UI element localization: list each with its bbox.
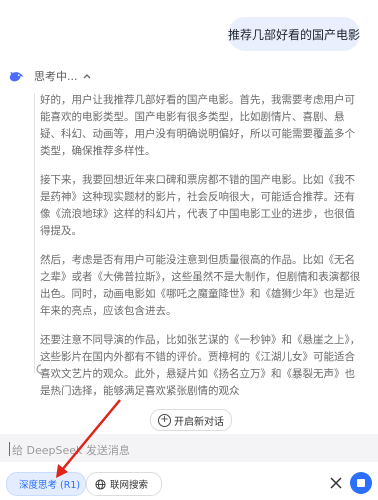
thinking-paragraph: 好的，用户让我推荐几部好看的国产电影。首先，我需要考虑用户可能喜欢的电影类型。国…	[40, 94, 355, 157]
stop-generation-button[interactable]	[350, 472, 372, 494]
web-search-toggle[interactable]: 联网搜索	[86, 472, 162, 496]
deep-think-label: 深度思考 (R1)	[19, 480, 81, 491]
new-chat-label: 开启新对话	[174, 416, 224, 428]
deep-think-toggle[interactable]: 深度思考 (R1)	[6, 472, 86, 496]
stop-icon	[357, 479, 365, 487]
thinking-paragraph: 还要注意不同导演的作品，比如张艺谋的《一秒钟》和《悬崖之上》，这些影片在国内外都…	[40, 334, 361, 397]
loading-spinner-icon	[36, 364, 46, 374]
message-input[interactable]	[10, 440, 314, 460]
close-icon[interactable]	[327, 474, 345, 492]
deepseek-whale-icon	[9, 71, 24, 82]
user-message-bubble: 推荐几部好看的国产电影	[228, 17, 360, 51]
web-search-label: 联网搜索	[110, 480, 149, 491]
thinking-paragraph: 接下来，我要回想近年来口碑和票房都不错的国产电影。比如《我不是药神》这种现实题材…	[40, 174, 355, 237]
thinking-toggle[interactable]: 思考中...	[34, 67, 92, 85]
user-message-text: 推荐几部好看的国产电影	[228, 27, 361, 42]
new-chat-button[interactable]: + 开启新对话	[150, 409, 232, 431]
chevron-up-icon	[83, 74, 90, 79]
plus-circle-icon: +	[158, 413, 171, 427]
thinking-paragraph: 然后，考虑是否有用户可能没注意到但质量很高的作品。比如《无名之辈》或者《大佛普拉…	[40, 254, 361, 317]
thinking-content: 好的，用户让我推荐几部好看的国产电影。首先，我需要考虑用户可能喜欢的电影类型。国…	[40, 92, 362, 412]
thinking-label: 思考中...	[34, 70, 78, 83]
globe-icon	[95, 478, 106, 490]
thinking-divider	[34, 93, 35, 373]
